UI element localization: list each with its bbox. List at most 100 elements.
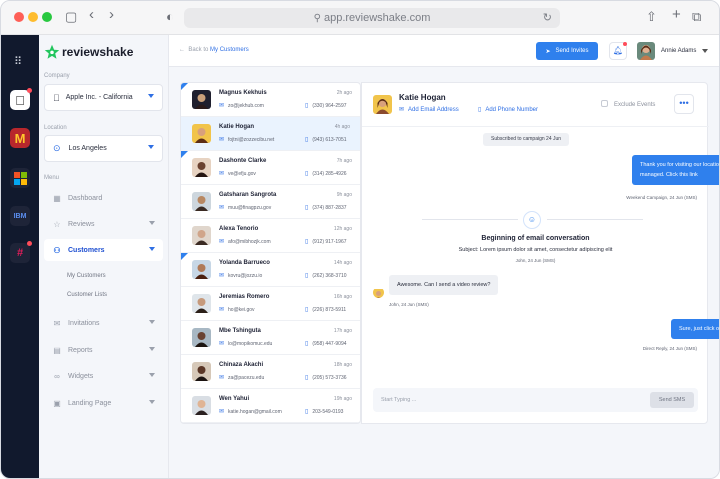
notifications-button[interactable]: 🔔︎ [609, 42, 627, 60]
phone-text: (943) 613-7051 [312, 137, 347, 143]
subnav-my-customers[interactable]: My Customers [67, 273, 106, 279]
contact-row[interactable]: Mbe Tshinguta 17h ago ✉ lo@mopikomuc.edu ▯ (9… [181, 321, 360, 355]
shield-icon: ◐ [166, 9, 174, 24]
nav-item-reviews[interactable]: ☆ Reviews [44, 213, 163, 235]
email-text: afo@mibhozjk.com [228, 239, 271, 245]
email-text: za@pacezu.edu [228, 375, 265, 381]
chevron-down-icon [149, 320, 155, 324]
mail-icon: ✉ [219, 171, 225, 177]
avatar [192, 294, 211, 313]
chevron-down-icon [149, 247, 155, 251]
mail-icon: ✉ [219, 103, 225, 109]
avatar [192, 396, 211, 415]
contact-row[interactable]: Alexa Tenorio 12h ago ✉ afo@mibhozjk.com ▯ (9… [181, 219, 360, 253]
nav-item-landing-page[interactable]: ▣ Landing Page [44, 392, 163, 414]
contact-phone: ▯ (958) 447-9094 [305, 340, 347, 347]
subscribed-pill: Subscribed to campaign 24 Jun [483, 133, 570, 146]
contact-row[interactable]: Yolanda Barrueco 14h ago ✉ kovru@jozzu.io ▯(… [181, 253, 360, 287]
contact-name: Dashonte Clarke [219, 158, 267, 164]
chevron-down-icon [149, 400, 155, 404]
contact-time: 4h ago [334, 124, 350, 130]
company-label: Company [44, 73, 70, 79]
avatar [637, 42, 655, 60]
subnav-customer-lists[interactable]: Customer Lists [67, 292, 107, 298]
email-conversation-icon: ☺ [523, 211, 541, 229]
location-select[interactable]: ⊙ Los Angeles [44, 135, 163, 162]
more-options-button[interactable]: ••• [674, 94, 694, 114]
add-email-link[interactable]: ✉ Add Email Address [399, 106, 459, 113]
nav-item-widgets[interactable]: ∞ Widgets [44, 365, 163, 387]
contact-row[interactable]: Wen Yahui 19h ago ✉ katie.hogan@gmail.com ▯ 2… [181, 389, 360, 423]
contact-time: 7h ago [336, 158, 352, 164]
contact-row[interactable]: Jeremias Romero 16h ago ✉ ho@kei.gov ▯ (226) … [181, 287, 360, 321]
nav-item-customers[interactable]: ⚇ Customers [44, 239, 163, 261]
mail-icon: ✉ [219, 409, 225, 415]
send-invites-button[interactable]: ➤ Send Invites [536, 42, 598, 60]
minimize-window-button[interactable] [28, 12, 38, 22]
contact-time: 12h ago [333, 226, 352, 232]
nav-item-reports[interactable]: ▤ Reports [44, 339, 163, 361]
contact-row[interactable]: Gatsharan Sangrota 9h ago ✉ muu@finagpzu.go… [181, 185, 360, 219]
contact-row[interactable]: Katie Hogan 4h ago ✉ fojtni@zozzecibu.net ▯(… [181, 117, 360, 151]
brand-logo[interactable]: reviewshake [44, 44, 133, 60]
mail-icon: ✉ [399, 107, 405, 113]
phone-text: (958) 447-9094 [312, 341, 347, 347]
phone-text: (262) 368-3710 [312, 273, 347, 279]
phone-text: (374) 887-2837 [312, 205, 347, 211]
apple-app-icon[interactable]:  [10, 88, 32, 110]
reload-icon[interactable]: ↻ [543, 8, 552, 28]
user-menu[interactable]: Annie Adams [637, 42, 709, 60]
nav-label: Widgets [68, 372, 94, 380]
contact-phone: ▯ (374) 887-2837 [305, 204, 347, 211]
address-bar[interactable]: ⚲ app.reviewshake.com ↻ [184, 8, 560, 28]
chevron-down-icon [149, 221, 155, 225]
back-link[interactable]: ← Back to My Customers [179, 47, 249, 53]
page-icon: ▣ [53, 398, 61, 408]
mcdonalds-app-icon[interactable]: M [10, 128, 30, 148]
microsoft-app-icon[interactable] [10, 168, 30, 188]
grid-menu-icon[interactable]: ⠿ [14, 57, 22, 68]
contact-time: 9h ago [336, 192, 352, 198]
phone-icon: ▯ [305, 171, 309, 177]
phone-text: (912) 917-1967 [312, 239, 347, 245]
close-window-button[interactable] [14, 12, 24, 22]
users-icon: ⚇ [53, 245, 61, 255]
message-input[interactable]: Start Typing ... [381, 397, 416, 403]
message-composer: Start Typing ... Send SMS [373, 388, 698, 412]
sidebar-toggle-icon[interactable]: ▢ [65, 9, 77, 25]
nav-item-dashboard[interactable]: ▦ Dashboard [44, 187, 163, 209]
email-text: lo@mopikomuc.edu [228, 341, 273, 347]
share-icon[interactable]: ⇧ [646, 9, 657, 25]
contact-row[interactable]: Magnus Kekhuis 2h ago ✉ zo@jekhub.com ▯ (330)… [181, 83, 360, 117]
new-tab-icon[interactable]: + [672, 7, 681, 23]
avatar [192, 328, 211, 347]
phone-icon: ▯ [305, 409, 309, 415]
contact-name: Katie Hogan [399, 93, 446, 102]
phone-icon: ▯ [305, 273, 309, 279]
contact-time: 14h ago [333, 260, 352, 266]
slack-app-icon[interactable]: # [10, 241, 32, 263]
add-phone-link[interactable]: ▯ Add Phone Number [478, 106, 538, 113]
send-sms-button[interactable]: Send SMS [650, 392, 694, 408]
contact-row[interactable]: Dashonte Clarke 7h ago ✉ ve@efju.gov ▯ (314) … [181, 151, 360, 185]
exclude-events-toggle[interactable]: Exclude Events [601, 100, 655, 108]
maximize-window-button[interactable] [42, 12, 52, 22]
mail-icon: ✉ [219, 137, 225, 143]
checkbox[interactable] [601, 100, 608, 107]
mail-icon: ✉ [219, 273, 225, 279]
forward-arrow-icon[interactable]: › [109, 7, 114, 23]
contact-row[interactable]: Chinaza Akachi 18h ago ✉ za@pacezu.edu ▯ (205… [181, 355, 360, 389]
tabs-overview-icon[interactable]: ⧉ [692, 9, 701, 25]
contact-name: Jeremias Romero [219, 294, 270, 300]
email-text: kovru@jozzu.io [228, 273, 263, 279]
back-arrow-icon[interactable]: ‹ [89, 7, 94, 23]
company-select[interactable]:  Apple Inc. - California [44, 84, 163, 111]
contact-email: ✉ ve@efju.gov [219, 170, 256, 177]
app-rail: ⠿  M IBM # [1, 35, 39, 478]
contact-email: ✉ muu@finagpzu.gov [219, 204, 271, 211]
contact-phone: ▯ (314) 285-4926 [305, 170, 347, 177]
nav-item-invitations[interactable]: ✉ Invitations [44, 312, 163, 334]
contact-name: Magnus Kekhuis [219, 90, 267, 96]
nav-label: Landing Page [68, 399, 112, 407]
ibm-app-icon[interactable]: IBM [10, 206, 30, 226]
